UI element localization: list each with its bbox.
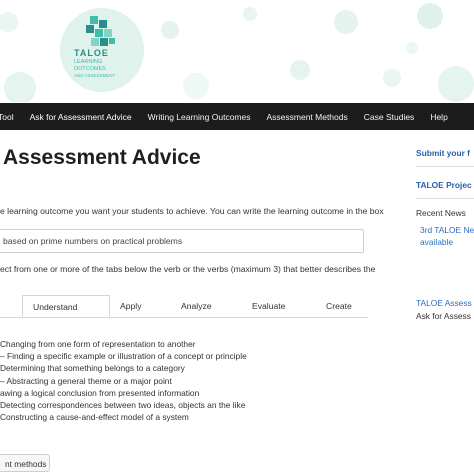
tab-apply[interactable]: Apply — [110, 295, 170, 316]
sidebar-recent-news-heading: Recent News — [416, 208, 466, 218]
sidebar-news-link[interactable]: 3rd TALOE Ne — [420, 225, 474, 235]
instruction-text-2: ect from one or more of the tabs below t… — [0, 264, 376, 274]
list-item[interactable]: – Abstracting a general theme or a major… — [0, 375, 247, 387]
sidebar-divider — [416, 198, 474, 199]
sidebar-divider — [416, 166, 474, 167]
verb-tabs: Understand Apply Analyze Evaluate Create — [0, 295, 368, 318]
main-nav: Tool Ask for Assessment Advice Writing L… — [0, 103, 474, 130]
verb-list: Changing from one form of representation… — [0, 338, 247, 423]
taloe-logo[interactable]: TALOE LEARNING OUTCOMES AND ASSESSMENT — [60, 8, 144, 92]
sidebar-assess-link[interactable]: TALOE Assess — [416, 298, 474, 308]
nav-item-tool[interactable]: Tool — [0, 112, 22, 122]
instruction-text: e learning outcome you want your student… — [0, 206, 384, 216]
list-item[interactable]: Detecting correspondences between two id… — [0, 399, 247, 411]
nav-item-writing-outcomes[interactable]: Writing Learning Outcomes — [140, 112, 259, 122]
learning-outcome-input[interactable]: based on prime numbers on practical prob… — [0, 229, 364, 253]
list-item[interactable]: Changing from one form of representation… — [0, 338, 247, 350]
logo-name: TALOE — [74, 48, 109, 58]
tab-analyze[interactable]: Analyze — [170, 295, 242, 316]
assessment-methods-button[interactable]: nt methods — [0, 454, 50, 472]
tab-evaluate[interactable]: Evaluate — [242, 295, 318, 316]
nav-item-case-studies[interactable]: Case Studies — [356, 112, 423, 122]
sidebar-assess-text: Ask for Assess — [416, 311, 471, 321]
tab-understand[interactable]: Understand — [22, 295, 110, 317]
list-item[interactable]: Constructing a cause-and-effect model of… — [0, 411, 247, 423]
page-title: Assessment Advice — [3, 146, 201, 169]
nav-item-ask-advice[interactable]: Ask for Assessment Advice — [22, 112, 140, 122]
list-item[interactable]: awing a logical conclusion from presente… — [0, 387, 247, 399]
sidebar-submit-link[interactable]: Submit your f — [416, 148, 474, 158]
nav-item-help[interactable]: Help — [422, 112, 455, 122]
sidebar-project-link[interactable]: TALOE Projec — [416, 180, 474, 190]
nav-item-assessment-methods[interactable]: Assessment Methods — [258, 112, 355, 122]
logo-tagline-1: LEARNING — [74, 59, 103, 65]
list-item[interactable]: – Finding a specific example or illustra… — [0, 350, 247, 362]
tab-create[interactable]: Create — [318, 295, 368, 316]
logo-tagline-3: AND ASSESSMENT — [74, 73, 116, 78]
header-banner: TALOE LEARNING OUTCOMES AND ASSESSMENT — [0, 0, 474, 102]
sidebar-news-link-2[interactable]: available — [420, 237, 474, 247]
list-item[interactable]: Determining that something belongs to a … — [0, 362, 247, 374]
tab-remember[interactable] — [0, 295, 22, 316]
logo-tagline-2: OUTCOMES — [74, 66, 106, 72]
